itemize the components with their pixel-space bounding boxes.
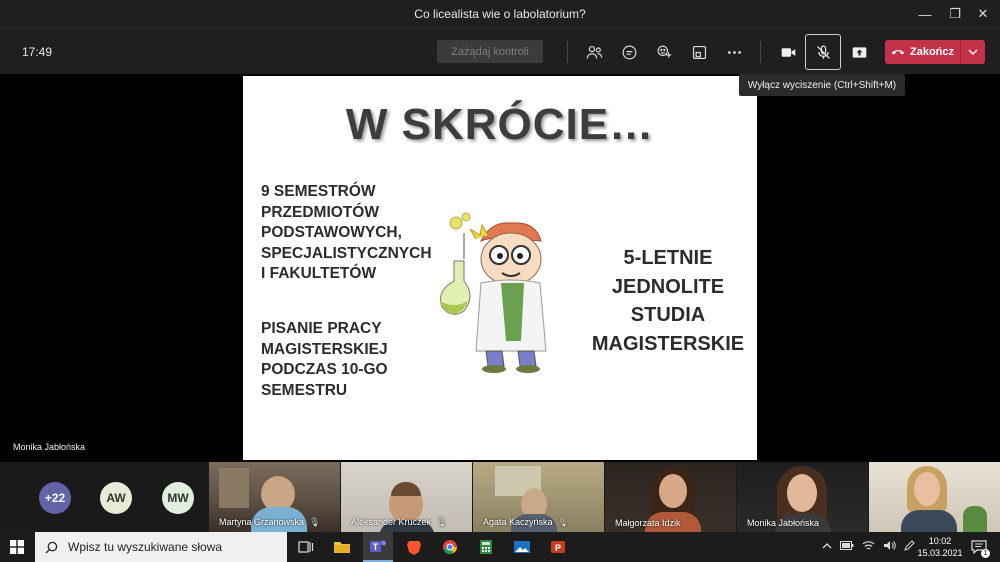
- close-window-button[interactable]: ✕: [966, 0, 1000, 28]
- notifications-icon[interactable]: 1: [968, 532, 990, 562]
- overflow-participants-count[interactable]: +22: [39, 482, 71, 514]
- teams-app-icon[interactable]: T: [363, 532, 393, 562]
- svg-text:P: P: [555, 543, 561, 553]
- slide-line: 9 SEMESTRÓW: [261, 183, 376, 200]
- slide-line: PISANIE PRACY: [261, 320, 382, 337]
- taskbar-clock[interactable]: 10:02 15.03.2021: [910, 535, 970, 559]
- participant-video-tile[interactable]: Małgorzata Idzik: [605, 462, 736, 532]
- rooms-icon[interactable]: [686, 39, 712, 65]
- slide-title: W SKRÓCIE…: [345, 100, 655, 149]
- participant-avatar[interactable]: MW: [162, 482, 194, 514]
- slide-line: SEMESTRU: [261, 381, 348, 399]
- participant-name-label: Małgorzata Idzik: [615, 518, 681, 528]
- system-tray: [822, 532, 915, 562]
- chevron-down-icon[interactable]: [961, 48, 985, 56]
- clock-time: 10:02: [928, 536, 952, 546]
- participant-gallery: +22 AW MW Martyna Grzanowska 🎙 Aleksander…: [0, 462, 1000, 532]
- task-view-icon[interactable]: [291, 532, 321, 562]
- chat-icon[interactable]: [616, 39, 642, 65]
- window-titlebar: Co licealista wie o labolatorium? — ❐ ✕: [0, 0, 1000, 28]
- camera-icon[interactable]: [775, 39, 801, 65]
- windows-taskbar: Wpisz tu wyszukiwane słowa T P 10:02 15.…: [0, 532, 1000, 562]
- slide-left-text-2: PISANIE PRACY MAGISTERSKIEJ PODCZAS 10-G…: [261, 319, 441, 401]
- meeting-toolbar: 17:49 Zażądaj kontroli Zakończ: [0, 28, 1000, 74]
- slide-line: JEDNOLITE: [611, 275, 725, 298]
- slide-line: MAGISTERSKIEJ: [261, 340, 388, 358]
- scientist-cartoon-illustration: [440, 212, 547, 373]
- shared-content-stage: W SKRÓCIE… 9 SEMESTRÓW PRZEDMIOTÓW PODST…: [0, 74, 1000, 462]
- participant-name-label: Martyna Grzanowska 🎙: [219, 517, 321, 527]
- participant-avatar[interactable]: AW: [100, 482, 132, 514]
- toolbar-divider: [567, 41, 568, 63]
- svg-text:T: T: [373, 542, 379, 552]
- chrome-browser-icon[interactable]: [435, 532, 465, 562]
- participant-video-tile[interactable]: Aleksander Kruczek 🎙: [341, 462, 472, 532]
- window-title: Co licealista wie o labolatorium?: [414, 7, 586, 21]
- person-face-shape: [914, 472, 940, 506]
- photos-app-icon[interactable]: [507, 532, 537, 562]
- calculator-icon[interactable]: [471, 532, 501, 562]
- chevron-up-icon[interactable]: [822, 542, 832, 553]
- battery-icon[interactable]: [840, 541, 854, 553]
- participant-video-tile[interactable]: Monika Jabłońska: [737, 462, 868, 532]
- clock-date: 15.03.2021: [917, 548, 963, 558]
- powerpoint-icon[interactable]: P: [543, 532, 573, 562]
- slide-line: MAGISTERSKIE: [591, 332, 745, 355]
- person-hair-shape: [391, 482, 421, 496]
- slide-line: STUDIA: [630, 304, 706, 326]
- search-icon: [45, 541, 58, 554]
- muted-mic-icon: 🎙: [309, 517, 321, 527]
- file-explorer-icon[interactable]: [327, 532, 357, 562]
- search-placeholder: Wpisz tu wyszukiwane słowa: [68, 540, 223, 554]
- participant-name-label: Agata Kaczyńska 🎙: [483, 517, 569, 527]
- presenter-name-label: Monika Jabłońska: [13, 442, 86, 452]
- participants-icon[interactable]: [581, 39, 607, 65]
- leave-label: Zakończ: [909, 46, 954, 58]
- brave-browser-icon[interactable]: [399, 532, 429, 562]
- leave-meeting-button[interactable]: Zakończ: [885, 40, 985, 64]
- slide-line: I FAKULTETÓW: [261, 265, 377, 282]
- slide-line: PODSTAWOWYCH,: [261, 224, 402, 241]
- unmute-tooltip: Wyłącz wyciszenie (Ctrl+Shift+M): [739, 74, 905, 96]
- meeting-timer: 17:49: [22, 45, 53, 59]
- participant-video-tile[interactable]: Martyna Grzanowska 🎙: [209, 462, 340, 532]
- volume-icon[interactable]: [883, 540, 896, 554]
- person-face-shape: [787, 474, 817, 512]
- participant-video-tile[interactable]: [869, 462, 1000, 532]
- muted-mic-icon: 🎙: [557, 517, 569, 527]
- reactions-icon[interactable]: [651, 39, 677, 65]
- person-body-shape: [901, 510, 957, 532]
- slide-line: 5-LETNIE: [623, 247, 713, 269]
- participant-name-label: Aleksander Kruczek 🎙: [351, 517, 448, 527]
- share-screen-icon[interactable]: [846, 39, 872, 65]
- toolbar-divider: [760, 41, 761, 63]
- participant-name-label: Monika Jabłońska: [747, 518, 820, 528]
- slide-line: PRZEDMIOTÓW: [261, 203, 379, 221]
- plant-shape: [963, 506, 987, 532]
- microphone-muted-icon[interactable]: [805, 34, 841, 70]
- muted-mic-icon: 🎙: [436, 517, 448, 527]
- notification-badge: 1: [981, 549, 990, 558]
- person-face-shape: [659, 474, 687, 508]
- taskbar-search-box[interactable]: Wpisz tu wyszukiwane słowa: [35, 532, 287, 562]
- slide-right-text: 5-LETNIE JEDNOLITE STUDIA MAGISTERSKIE: [583, 244, 753, 358]
- presentation-slide: W SKRÓCIE… 9 SEMESTRÓW PRZEDMIOTÓW PODST…: [243, 76, 757, 460]
- slide-left-text-1: 9 SEMESTRÓW PRZEDMIOTÓW PODSTAWOWYCH, SP…: [261, 182, 441, 285]
- minimize-button[interactable]: —: [908, 0, 942, 28]
- slide-line: PODCZAS 10-GO: [261, 361, 388, 378]
- more-actions-icon[interactable]: [721, 39, 747, 65]
- slide-line: SPECJALISTYCZNYCH: [261, 244, 432, 262]
- windows-start-icon[interactable]: [0, 532, 34, 562]
- phone-hangup-icon: [891, 50, 905, 55]
- leave-main[interactable]: Zakończ: [885, 40, 961, 64]
- wifi-icon[interactable]: [862, 540, 875, 554]
- request-control-button[interactable]: Zażądaj kontroli: [437, 40, 543, 63]
- bookshelf-shape: [219, 468, 249, 508]
- participant-video-tile[interactable]: Agata Kaczyńska 🎙: [473, 462, 604, 532]
